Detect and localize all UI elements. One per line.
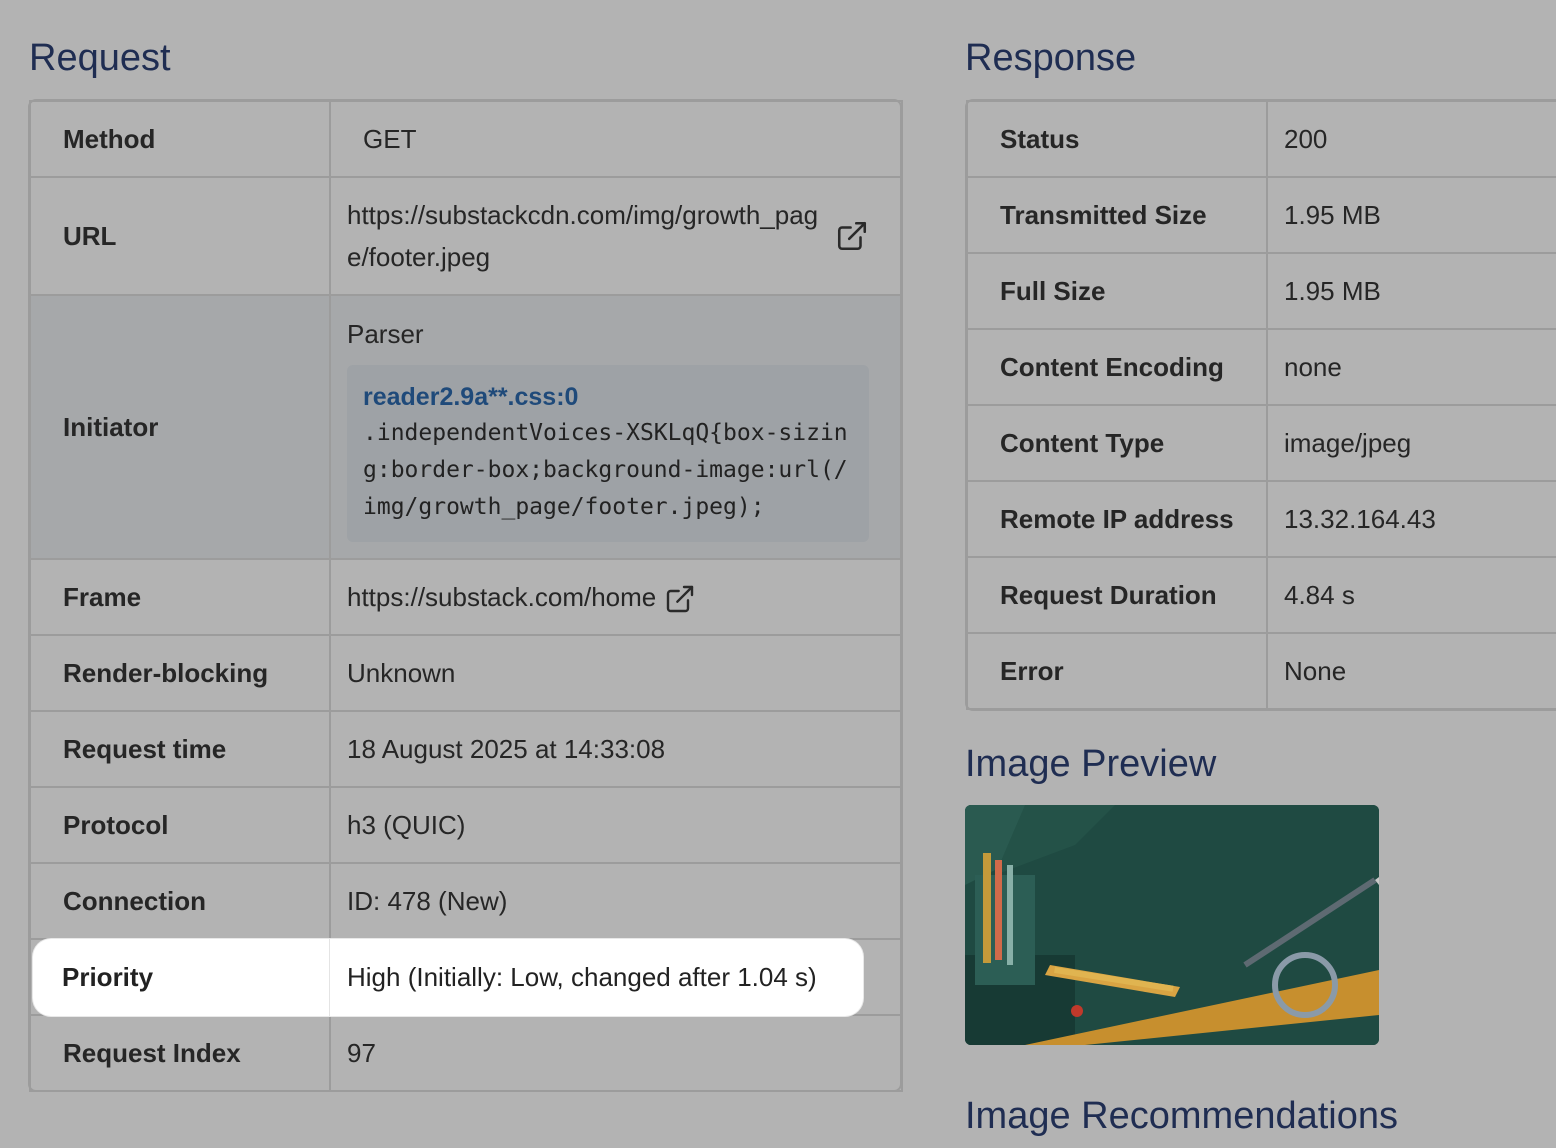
request-duration-value: 4.84 s — [1266, 556, 1556, 634]
status-value: 200 — [1266, 100, 1556, 178]
response-title: Response — [965, 37, 1137, 79]
transmitted-size-value: 1.95 MB — [1266, 176, 1556, 254]
table-row: Content Encoding none — [966, 328, 1556, 406]
connection-value: ID: 478 (New) — [329, 862, 903, 940]
protocol-value: h3 (QUIC) — [329, 786, 903, 864]
full-size-value: 1.95 MB — [1266, 252, 1556, 330]
initiator-code: .independentVoices-XSKLqQ{box-sizing:bor… — [363, 419, 848, 520]
initiator-code-box: reader2.9a**.css:0 .independentVoices-XS… — [347, 364, 869, 542]
row-key-content-encoding: Content Encoding — [966, 328, 1268, 406]
row-key-request-index: Request Index — [29, 1014, 331, 1092]
error-value: None — [1266, 632, 1556, 710]
table-row: Remote IP address 13.32.164.43 — [966, 480, 1556, 558]
row-key-content-type: Content Type — [966, 404, 1268, 482]
table-row: Request Duration 4.84 s — [966, 556, 1556, 634]
table-row: Full Size 1.95 MB — [966, 252, 1556, 330]
priority-value: High (Initially: Low, changed after 1.04… — [347, 962, 817, 992]
frame-value[interactable]: https://substack.com/home — [347, 582, 656, 612]
initiator-source-link[interactable]: reader2.9a**.css:0 — [363, 379, 853, 415]
table-row: Transmitted Size 1.95 MB — [966, 176, 1556, 254]
table-row: Status 200 — [966, 100, 1556, 178]
initiator-type: Parser — [347, 318, 424, 349]
table-row: Request Index 97 — [29, 1014, 903, 1092]
remote-ip-value: 13.32.164.43 — [1266, 480, 1556, 558]
row-key-render-blocking: Render-blocking — [29, 634, 331, 712]
preview-illustration — [965, 805, 1379, 1045]
table-row: Content Type image/jpeg — [966, 404, 1556, 482]
response-table: Status 200 Transmitted Size 1.95 MB Full… — [966, 100, 1556, 710]
table-row: Protocol h3 (QUIC) — [29, 786, 903, 864]
request-title: Request — [29, 37, 171, 79]
priority-row-highlight: Priority High (Initially: Low, changed a… — [33, 939, 863, 1016]
content-encoding-value: none — [1266, 328, 1556, 406]
table-row: Method GET — [29, 100, 903, 178]
request-index-value: 97 — [329, 1014, 903, 1092]
row-key-connection: Connection — [29, 862, 331, 940]
content-type-value: image/jpeg — [1266, 404, 1556, 482]
table-row: Render-blocking Unknown — [29, 634, 903, 712]
table-row: Error None — [966, 632, 1556, 710]
table-row: Connection ID: 478 (New) — [29, 862, 903, 940]
initiator-cell: Parser reader2.9a**.css:0 .independentVo… — [329, 294, 903, 560]
row-key-transmitted-size: Transmitted Size — [966, 176, 1268, 254]
external-link-icon[interactable] — [835, 219, 869, 253]
render-blocking-value: Unknown — [329, 634, 903, 712]
external-link-icon[interactable] — [664, 583, 696, 615]
row-key-protocol: Protocol — [29, 786, 331, 864]
image-preview-title: Image Preview — [965, 743, 1217, 785]
frame-cell: https://substack.com/home — [329, 558, 903, 636]
image-recommendations-title: Image Recommendations — [965, 1095, 1398, 1137]
row-key-frame: Frame — [29, 558, 331, 636]
row-key-status: Status — [966, 100, 1268, 178]
row-key-method: Method — [29, 100, 331, 178]
method-value: GET — [329, 100, 903, 178]
table-row: Request time 18 August 2025 at 14:33:08 — [29, 710, 903, 788]
table-row: URL https://substackcdn.com/img/growth_p… — [29, 176, 903, 296]
row-key-full-size: Full Size — [966, 252, 1268, 330]
row-key-request-duration: Request Duration — [966, 556, 1268, 634]
url-value[interactable]: https://substackcdn.com/img/growth_page/… — [347, 194, 835, 278]
url-cell: https://substackcdn.com/img/growth_page/… — [329, 176, 903, 296]
image-preview[interactable] — [965, 805, 1379, 1045]
row-key-remote-ip: Remote IP address — [966, 480, 1268, 558]
table-row: Initiator Parser reader2.9a**.css:0 .ind… — [29, 294, 903, 560]
row-key-initiator: Initiator — [29, 294, 331, 560]
request-time-value: 18 August 2025 at 14:33:08 — [329, 710, 903, 788]
table-row: Frame https://substack.com/home — [29, 558, 903, 636]
row-key-error: Error — [966, 632, 1268, 710]
row-key-priority: Priority — [62, 962, 154, 992]
row-key-request-time: Request time — [29, 710, 331, 788]
row-key-url: URL — [29, 176, 331, 296]
